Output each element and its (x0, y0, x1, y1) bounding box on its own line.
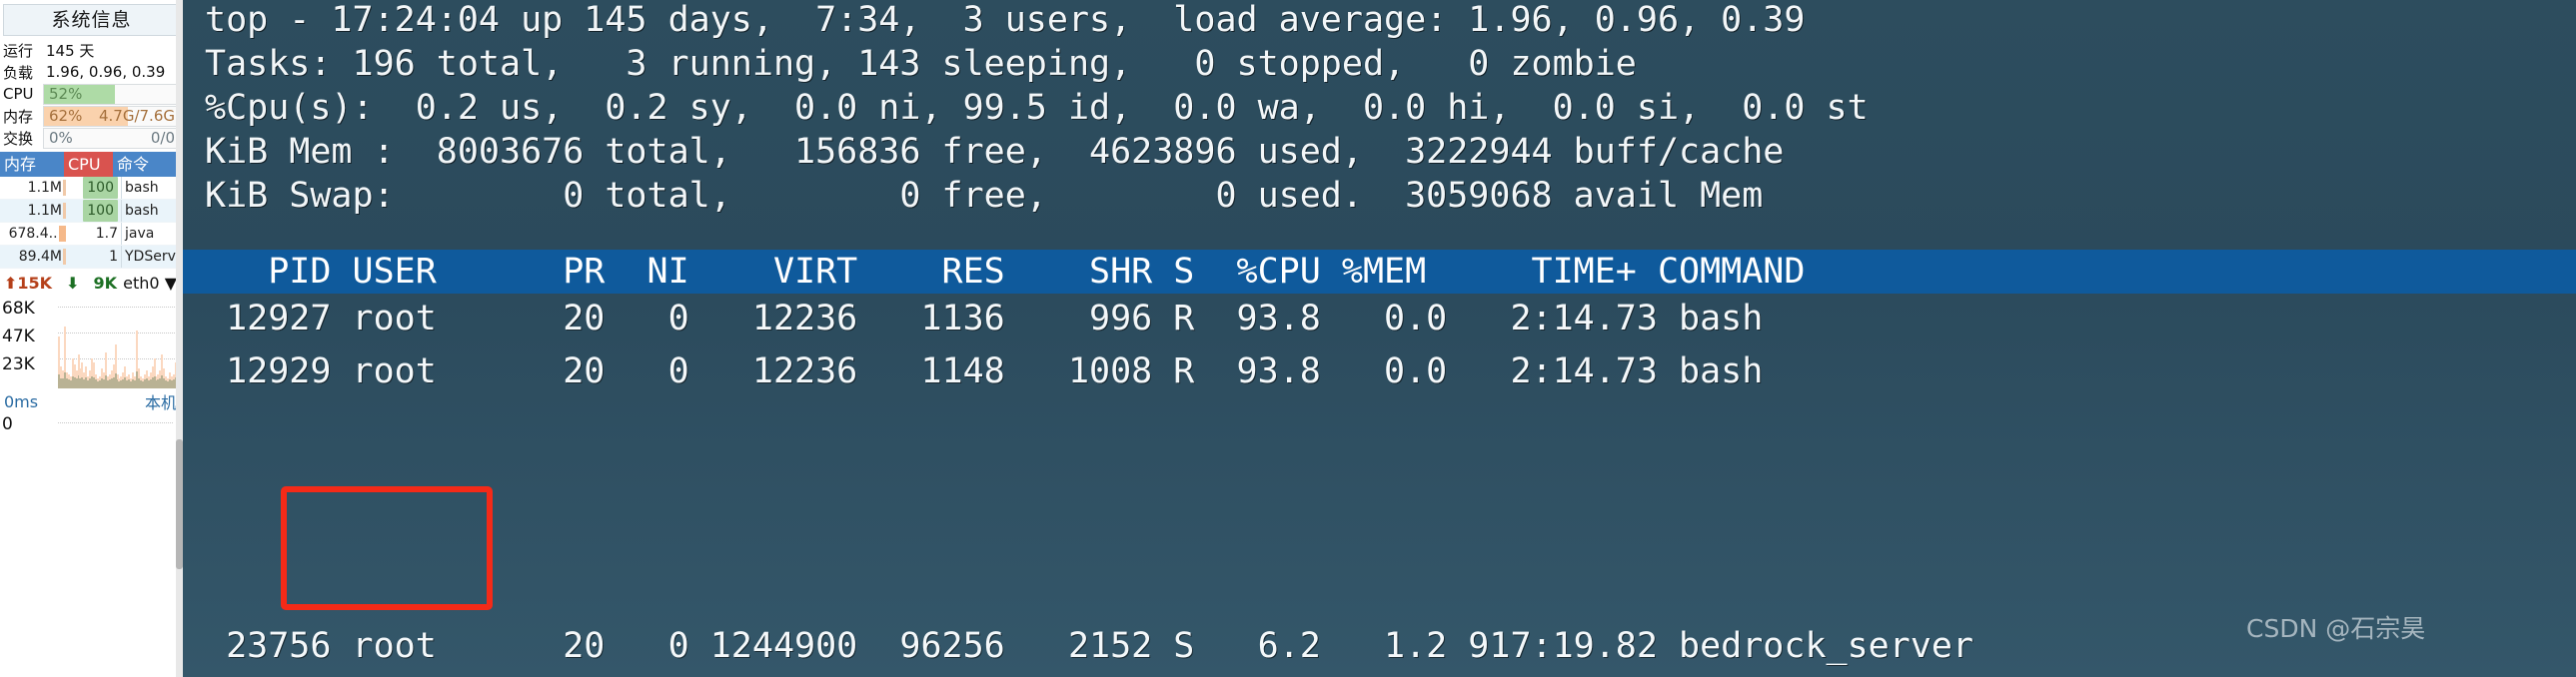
process-cpu: 100 (66, 177, 121, 199)
network-upload-rate: 15K (17, 273, 53, 293)
network-interface-selector[interactable]: eth0 ▼ (123, 274, 177, 293)
process-cpu: 1 (109, 249, 118, 265)
gridline (58, 307, 179, 308)
process-memory: 678.4... (0, 223, 66, 245)
stat-row-cpu: CPU 52% (0, 83, 183, 105)
terminal-line-tasks: Tasks: 196 total, 3 running, 143 sleepin… (205, 44, 1637, 84)
swap-usage-percent: 0% (49, 128, 73, 147)
sidebar-process-row[interactable]: 678.4... 1.7 java (0, 223, 183, 246)
network-download-rate: 9K (93, 273, 118, 293)
terminal-line-cpu: %Cpu(s): 0.2 us, 0.2 sy, 0.0 ni, 99.5 id… (205, 88, 1869, 128)
sidebar-process-row[interactable]: 1.1M 100 bash (0, 177, 183, 200)
latency-value: 0ms (4, 391, 39, 411)
latency-graph: 0 (0, 414, 183, 454)
process-table-header: PID USER PR NI VIRT RES SHR S %CPU %MEM … (183, 250, 2576, 294)
stat-row-loadavg: 负载 1.96, 0.96, 0.39 (0, 61, 183, 83)
process-command: YDService (121, 246, 183, 268)
network-axis-label: 23K (2, 354, 35, 374)
stat-label-cpu: CPU (3, 85, 34, 103)
stat-label-memory: 内存 (3, 107, 34, 126)
column-header-command[interactable]: 命令 (113, 152, 183, 177)
terminal-line-uptime: top - 17:24:04 up 145 days, 7:34, 3 user… (205, 0, 1806, 40)
swap-usage-bar: 0% 0/0 (43, 127, 181, 149)
process-command: java (121, 223, 183, 245)
latency-axis-label: 0 (2, 414, 13, 434)
cpu-usage-bar: 52% (43, 83, 181, 105)
process-command: bash (121, 177, 183, 199)
process-cpu: 100 (66, 200, 121, 222)
sidebar-process-row[interactable]: 1.1M 100 bash (0, 200, 183, 223)
stat-row-memory: 内存 62% 4.7G/7.6G (0, 105, 183, 127)
network-axis-label: 47K (2, 327, 35, 346)
sidebar-scrollbar[interactable] (176, 0, 183, 677)
process-cpu: 1.7 (95, 226, 118, 242)
terminal-line-mem: KiB Mem : 8003676 total, 156836 free, 46… (205, 132, 1785, 172)
network-axis-label: 68K (2, 299, 35, 319)
process-table-row[interactable]: 12927 root 20 0 12236 1136 996 R 93.8 0.… (205, 297, 1763, 340)
latency-summary: 0ms 本机 (0, 388, 183, 414)
gridline (58, 333, 179, 334)
stat-row-swap: 交换 0% 0/0 (0, 127, 183, 149)
stat-label-uptime: 运行 (3, 41, 34, 60)
scrollbar-thumb[interactable] (176, 439, 183, 569)
cpu-usage-percent: 52% (49, 84, 83, 103)
terminal-top-output[interactable]: top - 17:24:04 up 145 days, 7:34, 3 user… (183, 0, 2576, 677)
system-info-sidebar: 系统信息 运行 145 天 负载 1.96, 0.96, 0.39 CPU 52… (0, 0, 184, 677)
gridline (58, 422, 173, 423)
column-header-memory[interactable]: 内存 (0, 152, 64, 177)
watermark-text: CSDN @石宗昊 (2246, 614, 2426, 643)
sidebar-title: 系统信息 (3, 4, 180, 36)
process-table-row[interactable]: 23756 root 20 0 1244900 96256 2152 S 6.2… (205, 624, 1973, 668)
memory-usage-detail: 4.7G/7.6G (98, 106, 175, 125)
sidebar-process-row[interactable]: 89.4M 1 YDService (0, 246, 183, 269)
swap-usage-detail: 0/0 (150, 128, 175, 147)
process-table-row[interactable]: 12929 root 20 0 12236 1148 1008 R 93.8 0… (205, 349, 1763, 393)
network-traffic-graph: 68K 47K 23K (0, 297, 181, 388)
process-memory: 1.1M (0, 177, 66, 199)
stat-label-swap: 交换 (3, 129, 34, 148)
network-graph-plot (58, 297, 179, 388)
arrow-down-icon: ⬇ (66, 273, 80, 293)
sidebar-process-table-header: 内存 CPU 命令 (0, 152, 183, 177)
stat-row-uptime: 运行 145 天 (0, 39, 183, 61)
process-memory: 1.1M (0, 200, 66, 222)
network-summary: ⬆ 15K ⬇ 9K eth0 ▼ (0, 269, 183, 297)
memory-usage-bar: 62% 4.7G/7.6G (43, 105, 181, 127)
arrow-up-icon: ⬆ (4, 273, 18, 293)
latency-graph-plot (58, 416, 173, 454)
latency-host-label[interactable]: 本机 (145, 389, 177, 413)
memory-usage-percent: 62% (49, 106, 83, 125)
process-memory: 89.4M (0, 246, 66, 268)
process-command: bash (121, 200, 183, 222)
network-interface-label: eth0 (123, 273, 160, 293)
stat-value-uptime: 145 天 (46, 41, 95, 60)
terminal-line-swap: KiB Swap: 0 total, 0 free, 0 used. 30590… (205, 176, 1764, 216)
column-header-cpu[interactable]: CPU (64, 152, 113, 177)
memory-tick-icon (59, 226, 66, 242)
stat-value-loadavg: 1.96, 0.96, 0.39 (46, 63, 166, 81)
stat-label-loadavg: 负载 (3, 63, 34, 82)
